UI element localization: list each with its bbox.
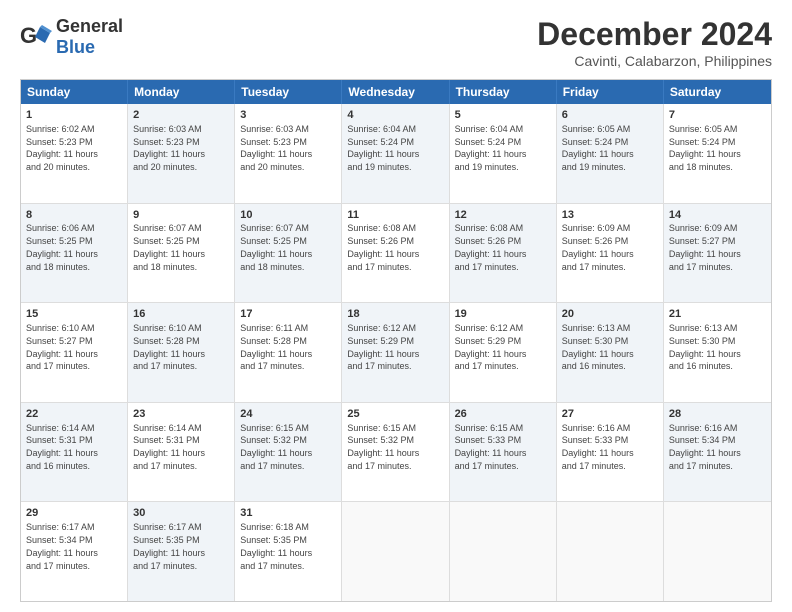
week-2: 8 Sunrise: 6:06 AMSunset: 5:25 PMDayligh… bbox=[21, 203, 771, 303]
week-5: 29 Sunrise: 6:17 AMSunset: 5:34 PMDaylig… bbox=[21, 501, 771, 601]
logo-icon: G bbox=[20, 21, 52, 53]
cell-dec-11: 11 Sunrise: 6:08 AMSunset: 5:26 PMDaylig… bbox=[342, 204, 449, 303]
cell-dec-23: 23 Sunrise: 6:14 AMSunset: 5:31 PMDaylig… bbox=[128, 403, 235, 502]
cell-dec-28: 28 Sunrise: 6:16 AMSunset: 5:34 PMDaylig… bbox=[664, 403, 771, 502]
cell-dec-16: 16 Sunrise: 6:10 AMSunset: 5:28 PMDaylig… bbox=[128, 303, 235, 402]
cell-dec-25: 25 Sunrise: 6:15 AMSunset: 5:32 PMDaylig… bbox=[342, 403, 449, 502]
header: G General Blue December 2024 Cavinti, Ca… bbox=[20, 16, 772, 69]
cell-empty-3 bbox=[557, 502, 664, 601]
header-sunday: Sunday bbox=[21, 80, 128, 104]
cell-empty-2 bbox=[450, 502, 557, 601]
cell-dec-8: 8 Sunrise: 6:06 AMSunset: 5:25 PMDayligh… bbox=[21, 204, 128, 303]
location-subtitle: Cavinti, Calabarzon, Philippines bbox=[537, 53, 772, 69]
week-1: 1 Sunrise: 6:02 AMSunset: 5:23 PMDayligh… bbox=[21, 104, 771, 203]
cell-dec-15: 15 Sunrise: 6:10 AMSunset: 5:27 PMDaylig… bbox=[21, 303, 128, 402]
cell-dec-31: 31 Sunrise: 6:18 AMSunset: 5:35 PMDaylig… bbox=[235, 502, 342, 601]
calendar-body: 1 Sunrise: 6:02 AMSunset: 5:23 PMDayligh… bbox=[21, 104, 771, 601]
header-wednesday: Wednesday bbox=[342, 80, 449, 104]
cell-dec-3: 3 Sunrise: 6:03 AMSunset: 5:23 PMDayligh… bbox=[235, 104, 342, 203]
cell-dec-10: 10 Sunrise: 6:07 AMSunset: 5:25 PMDaylig… bbox=[235, 204, 342, 303]
cell-dec-7: 7 Sunrise: 6:05 AMSunset: 5:24 PMDayligh… bbox=[664, 104, 771, 203]
cell-dec-13: 13 Sunrise: 6:09 AMSunset: 5:26 PMDaylig… bbox=[557, 204, 664, 303]
svg-text:G: G bbox=[20, 23, 37, 48]
header-monday: Monday bbox=[128, 80, 235, 104]
logo-blue-text: Blue bbox=[56, 37, 95, 57]
cell-dec-17: 17 Sunrise: 6:11 AMSunset: 5:28 PMDaylig… bbox=[235, 303, 342, 402]
logo-general-text: General bbox=[56, 16, 123, 36]
cell-dec-2: 2 Sunrise: 6:03 AMSunset: 5:23 PMDayligh… bbox=[128, 104, 235, 203]
cell-dec-14: 14 Sunrise: 6:09 AMSunset: 5:27 PMDaylig… bbox=[664, 204, 771, 303]
cell-empty-1 bbox=[342, 502, 449, 601]
cell-dec-12: 12 Sunrise: 6:08 AMSunset: 5:26 PMDaylig… bbox=[450, 204, 557, 303]
cell-dec-19: 19 Sunrise: 6:12 AMSunset: 5:29 PMDaylig… bbox=[450, 303, 557, 402]
cell-empty-4 bbox=[664, 502, 771, 601]
week-4: 22 Sunrise: 6:14 AMSunset: 5:31 PMDaylig… bbox=[21, 402, 771, 502]
cell-dec-30: 30 Sunrise: 6:17 AMSunset: 5:35 PMDaylig… bbox=[128, 502, 235, 601]
cell-dec-21: 21 Sunrise: 6:13 AMSunset: 5:30 PMDaylig… bbox=[664, 303, 771, 402]
calendar: Sunday Monday Tuesday Wednesday Thursday… bbox=[20, 79, 772, 602]
cell-dec-22: 22 Sunrise: 6:14 AMSunset: 5:31 PMDaylig… bbox=[21, 403, 128, 502]
calendar-header: Sunday Monday Tuesday Wednesday Thursday… bbox=[21, 80, 771, 104]
cell-dec-24: 24 Sunrise: 6:15 AMSunset: 5:32 PMDaylig… bbox=[235, 403, 342, 502]
cell-dec-5: 5 Sunrise: 6:04 AMSunset: 5:24 PMDayligh… bbox=[450, 104, 557, 203]
header-thursday: Thursday bbox=[450, 80, 557, 104]
title-block: December 2024 Cavinti, Calabarzon, Phili… bbox=[537, 16, 772, 69]
header-tuesday: Tuesday bbox=[235, 80, 342, 104]
week-3: 15 Sunrise: 6:10 AMSunset: 5:27 PMDaylig… bbox=[21, 302, 771, 402]
cell-dec-26: 26 Sunrise: 6:15 AMSunset: 5:33 PMDaylig… bbox=[450, 403, 557, 502]
month-title: December 2024 bbox=[537, 16, 772, 53]
cell-dec-27: 27 Sunrise: 6:16 AMSunset: 5:33 PMDaylig… bbox=[557, 403, 664, 502]
cell-dec-4: 4 Sunrise: 6:04 AMSunset: 5:24 PMDayligh… bbox=[342, 104, 449, 203]
cell-dec-1: 1 Sunrise: 6:02 AMSunset: 5:23 PMDayligh… bbox=[21, 104, 128, 203]
cell-dec-6: 6 Sunrise: 6:05 AMSunset: 5:24 PMDayligh… bbox=[557, 104, 664, 203]
calendar-page: G General Blue December 2024 Cavinti, Ca… bbox=[0, 0, 792, 612]
cell-dec-9: 9 Sunrise: 6:07 AMSunset: 5:25 PMDayligh… bbox=[128, 204, 235, 303]
logo: G General Blue bbox=[20, 16, 123, 58]
header-saturday: Saturday bbox=[664, 80, 771, 104]
cell-dec-20: 20 Sunrise: 6:13 AMSunset: 5:30 PMDaylig… bbox=[557, 303, 664, 402]
header-friday: Friday bbox=[557, 80, 664, 104]
cell-dec-18: 18 Sunrise: 6:12 AMSunset: 5:29 PMDaylig… bbox=[342, 303, 449, 402]
cell-dec-29: 29 Sunrise: 6:17 AMSunset: 5:34 PMDaylig… bbox=[21, 502, 128, 601]
